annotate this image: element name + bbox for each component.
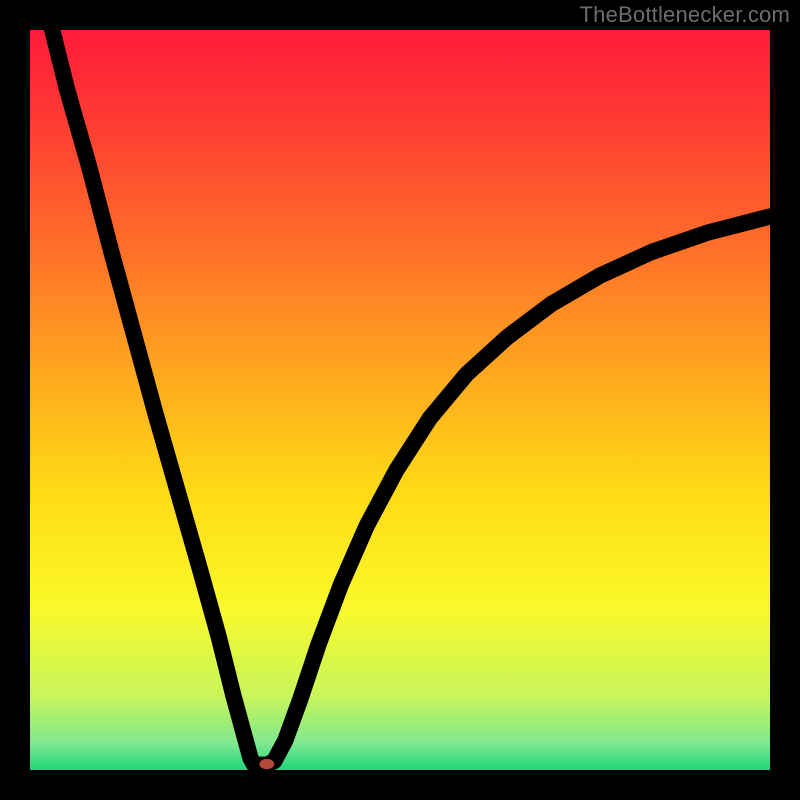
plot-area xyxy=(30,30,770,770)
chart-frame: TheBottlenecker.com xyxy=(0,0,800,800)
optimal-point-marker xyxy=(259,759,274,769)
gradient-background xyxy=(30,30,770,770)
watermark-text: TheBottlenecker.com xyxy=(580,2,790,28)
chart-svg xyxy=(30,30,770,770)
